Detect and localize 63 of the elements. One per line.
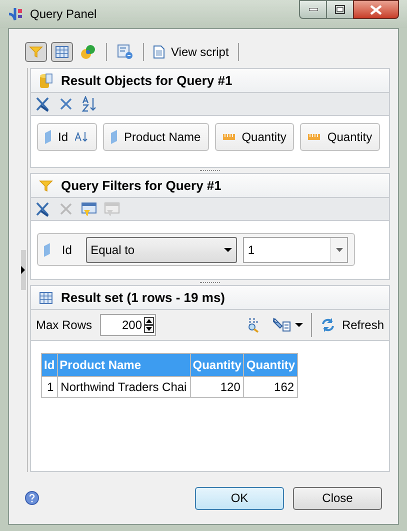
minimize-button[interactable] <box>299 0 327 19</box>
dimension-icon <box>45 130 51 144</box>
filter-table-icon <box>80 201 96 217</box>
value-combo[interactable]: 1 <box>242 236 348 262</box>
ruler-icon <box>222 134 235 140</box>
database-icon <box>39 72 53 88</box>
dimension-icon <box>44 242 50 256</box>
result-object-chip[interactable]: Product Name <box>103 123 209 151</box>
toggle-button[interactable] <box>25 42 47 62</box>
caret-icon <box>336 248 343 252</box>
app-logo-icon <box>8 6 24 22</box>
caret-icon <box>294 323 303 327</box>
maximize-icon <box>335 5 345 14</box>
close-button[interactable] <box>353 0 399 19</box>
toolbar-button[interactable] <box>34 200 51 218</box>
maximize-button[interactable] <box>327 0 353 19</box>
clear-all-icon <box>34 201 50 217</box>
collapse-arrow-icon <box>21 266 25 274</box>
table-icon <box>55 45 69 59</box>
filter-icon <box>29 45 43 59</box>
result-object-chip[interactable]: Id <box>37 123 98 151</box>
ruler-icon <box>308 134 320 140</box>
dialog-button[interactable]: OK <box>195 486 284 510</box>
clear-all-icon <box>34 96 50 112</box>
collapse-handle[interactable] <box>21 250 26 290</box>
toggle-button[interactable] <box>51 42 73 62</box>
minimize-icon <box>308 8 318 11</box>
close-icon <box>370 4 382 14</box>
table-cell: 1 <box>42 376 58 398</box>
dialog-button[interactable]: Close <box>293 486 382 510</box>
toolbar-button[interactable] <box>34 96 51 112</box>
operator-dropdown[interactable]: Equal to <box>86 236 237 262</box>
section-title: Query Filters for Query #1 <box>61 176 222 195</box>
remove-icon <box>58 202 72 216</box>
spinner-arrows-icon <box>144 317 154 333</box>
filter-icon <box>39 178 53 192</box>
sort-icon <box>80 96 96 112</box>
max-rows-spinner[interactable]: 200 <box>100 314 156 336</box>
wrench-icon <box>272 317 291 333</box>
help-icon[interactable] <box>25 491 39 505</box>
refresh-icon <box>320 317 336 333</box>
page-icon <box>153 45 165 59</box>
toolbar-button[interactable] <box>80 200 97 218</box>
table-cell: 162 <box>244 376 298 398</box>
section-title: Result Objects for Query #1 <box>61 72 232 90</box>
table-icon <box>39 290 53 304</box>
toolbar-button[interactable] <box>80 96 97 112</box>
result-object-chip[interactable]: Quantity <box>300 123 380 151</box>
caret-icon <box>224 248 232 252</box>
spheres-icon <box>80 44 96 60</box>
script-icon <box>117 44 133 60</box>
dimension-icon <box>111 130 118 144</box>
filter-field: Id <box>62 240 80 258</box>
max-rows-label: Max Rows <box>36 317 92 334</box>
filter-table-icon <box>104 201 120 217</box>
view-script-button[interactable]: View script <box>151 42 231 62</box>
remove-icon <box>58 97 72 111</box>
table-cell: Northwind Traders Chai <box>57 376 190 398</box>
section-title: Result set (1 rows - 19 ms) <box>61 288 225 307</box>
result-object-chip[interactable]: Quantity <box>214 123 294 151</box>
refresh-button[interactable]: Refresh <box>320 314 384 336</box>
window-title: Query Panel <box>30 6 97 23</box>
table-cell: 120 <box>190 376 244 398</box>
